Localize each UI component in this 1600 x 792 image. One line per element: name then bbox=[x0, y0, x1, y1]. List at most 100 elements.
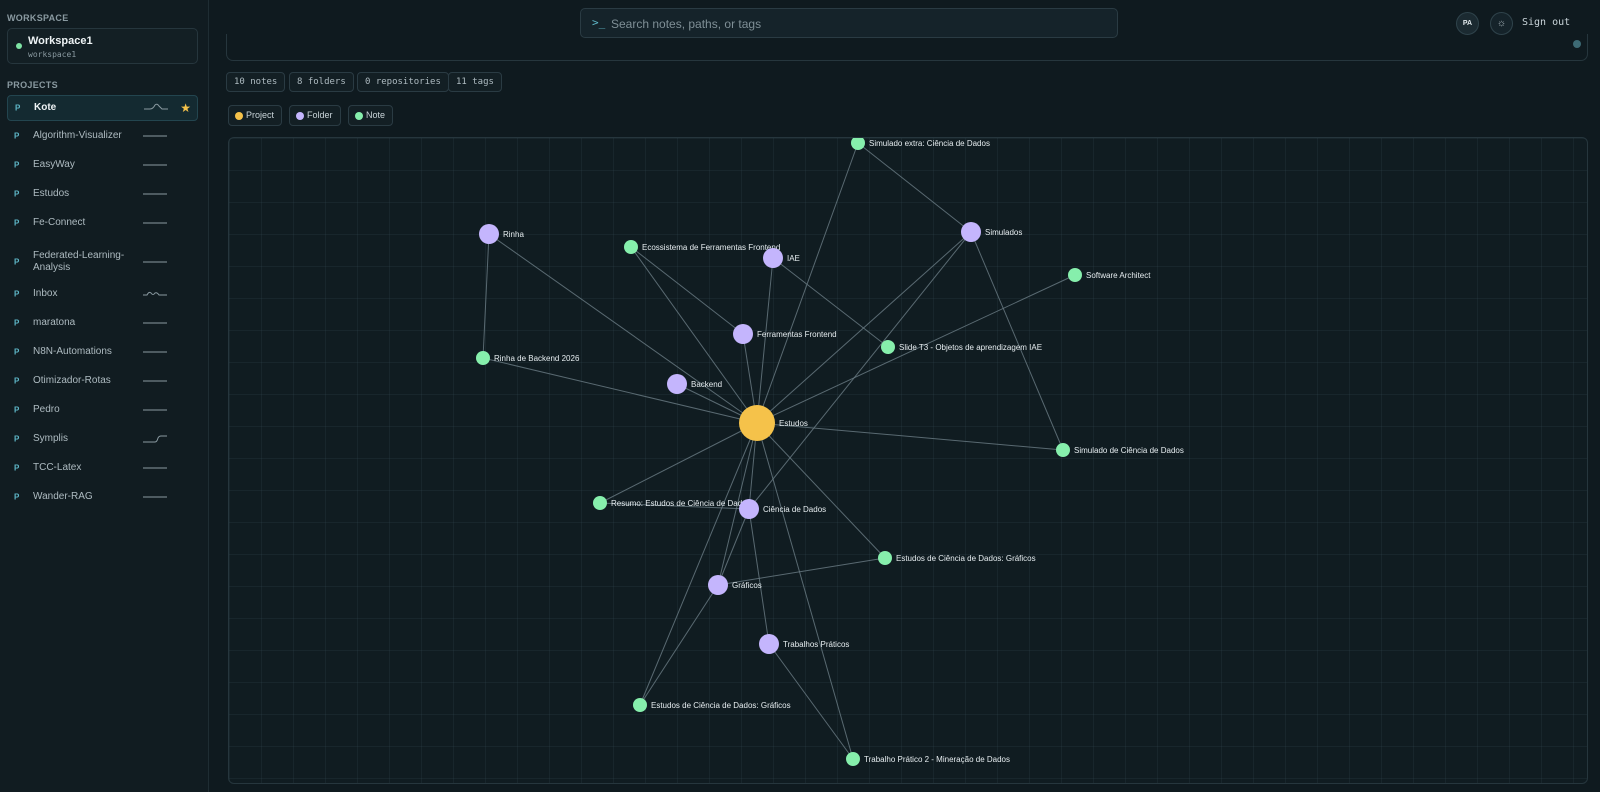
graph-node-note[interactable]: Simulado extra: Ciência de Dados bbox=[851, 138, 990, 150]
folder-node-circle[interactable] bbox=[667, 374, 687, 394]
activity-sparkline-icon bbox=[143, 496, 167, 498]
note-node-circle[interactable] bbox=[476, 351, 490, 365]
graph-node-label: Backend bbox=[691, 380, 722, 389]
graph-node-folder[interactable]: Rinha bbox=[479, 224, 524, 244]
project-prefix-icon: P bbox=[14, 492, 20, 502]
graph-edge bbox=[748, 231, 972, 510]
sidebar-item-maratona[interactable]: Pmaratona bbox=[7, 310, 198, 336]
graph-edge bbox=[756, 142, 859, 424]
graph-node-note[interactable]: Simulado de Ciência de Dados bbox=[1056, 443, 1184, 457]
legend-project[interactable]: Project bbox=[228, 105, 283, 126]
search-input[interactable] bbox=[611, 13, 1101, 35]
graph-node-note[interactable]: Rinha de Backend 2026 bbox=[476, 351, 580, 365]
workspace-switcher[interactable]: Workspace1 workspace1 bbox=[7, 28, 198, 64]
sidebar-item-n8n-automations[interactable]: P N8N-Automations bbox=[7, 339, 198, 365]
sidebar-item-label: Inbox bbox=[33, 288, 58, 299]
graph-node-folder[interactable]: Ferramentas Frontend bbox=[733, 324, 837, 344]
graph-node-label: Gráficos bbox=[732, 581, 762, 590]
graph-node-label: Software Architect bbox=[1086, 271, 1151, 280]
sidebar-item-fe-connect[interactable]: P Fe-Connect bbox=[7, 210, 198, 236]
project-prefix-icon: P bbox=[14, 257, 20, 267]
activity-sparkline-icon bbox=[143, 291, 167, 296]
note-node-circle[interactable] bbox=[1068, 268, 1082, 282]
graph-node-project[interactable]: Estudos bbox=[739, 405, 808, 441]
workspace-name: Workspace1 bbox=[28, 35, 93, 47]
panel-indicator-dot bbox=[1573, 40, 1581, 48]
folder-node-circle[interactable] bbox=[739, 499, 759, 519]
folder-node-circle[interactable] bbox=[708, 575, 728, 595]
graph-canvas[interactable]: Estudos Simulado extra: Ciência de Dados S… bbox=[229, 138, 1588, 784]
sidebar-item-label: Federated-Learning-Analysis bbox=[33, 250, 125, 273]
sidebar-item-label: Estudos bbox=[33, 188, 70, 199]
legend-folder[interactable]: Folder bbox=[289, 105, 341, 126]
note-node-circle[interactable] bbox=[846, 752, 860, 766]
sidebar-item-tcc-latex[interactable]: P TCC-Latex bbox=[7, 455, 198, 481]
sidebar-item-easyway[interactable]: P EasyWay bbox=[7, 152, 198, 178]
workspace-section-label: WORKSPACE bbox=[7, 13, 69, 23]
graph-node-folder[interactable]: Gráficos bbox=[708, 575, 762, 595]
graph-node-note[interactable]: Ecossistema de Ferramentas Frontend bbox=[624, 240, 780, 254]
note-node-circle[interactable] bbox=[633, 698, 647, 712]
sidebar-item-estudos[interactable]: P Estudos bbox=[7, 181, 198, 207]
graph-node-label: Trabalho Prático 2 - Mineração de Dados bbox=[864, 755, 1010, 764]
graph-node-folder[interactable]: Simulados bbox=[961, 222, 1022, 242]
graph-node-note[interactable]: Resumo: Estudos de Ciência de Dados bbox=[593, 496, 751, 510]
folder-node-circle[interactable] bbox=[733, 324, 753, 344]
folder-dot-icon bbox=[296, 112, 304, 120]
theme-toggle-button[interactable]: ☼ bbox=[1490, 12, 1513, 35]
star-icon[interactable]: ★ bbox=[180, 101, 191, 115]
sidebar-item-label: maratona bbox=[33, 317, 76, 328]
folder-node-circle[interactable] bbox=[479, 224, 499, 244]
graph-node-label: IAE bbox=[787, 254, 800, 263]
folder-node-circle[interactable] bbox=[763, 248, 783, 268]
graph-node-note[interactable]: Slide T3 - Objetos de aprendizagem IAE bbox=[881, 340, 1042, 354]
sidebar-item-otimizador-rotas[interactable]: P Otimizador-Rotas bbox=[7, 368, 198, 394]
note-node-circle[interactable] bbox=[1056, 443, 1070, 457]
sidebar-item-symplis[interactable]: P Symplis bbox=[7, 426, 198, 452]
sidebar-item-algorithm-visualizer[interactable]: P Algorithm-Visualizer bbox=[7, 123, 198, 149]
note-node-circle[interactable] bbox=[851, 138, 865, 150]
stat-tags: 11 tags bbox=[448, 72, 502, 92]
folder-node-circle[interactable] bbox=[759, 634, 779, 654]
note-node-circle[interactable] bbox=[878, 551, 892, 565]
project-prefix-icon: P bbox=[15, 103, 21, 113]
activity-sparkline-icon bbox=[143, 467, 167, 469]
activity-sparkline-icon bbox=[143, 261, 167, 263]
sidebar-item-federated-learning-analysis[interactable]: P Federated-Learning-Analysis bbox=[7, 246, 198, 278]
knowledge-graph[interactable]: Estudos Simulado extra: Ciência de Dados S… bbox=[228, 137, 1588, 784]
graph-node-folder[interactable]: Ciência de Dados bbox=[739, 499, 826, 519]
legend-note[interactable]: Note bbox=[348, 105, 394, 126]
sidebar-item-inbox[interactable]: P Inbox bbox=[7, 281, 198, 307]
graph-node-label: Ecossistema de Ferramentas Frontend bbox=[642, 243, 780, 252]
activity-sparkline-icon bbox=[143, 193, 167, 195]
project-node-circle[interactable] bbox=[739, 405, 775, 441]
graph-node-note[interactable]: Software Architect bbox=[1068, 268, 1151, 282]
graph-edge bbox=[639, 584, 719, 706]
sidebar-item-wander-rag[interactable]: P Wander-RAG bbox=[7, 484, 198, 510]
avatar[interactable]: PA bbox=[1456, 12, 1479, 35]
project-prefix-icon: P bbox=[14, 347, 20, 357]
note-node-circle[interactable] bbox=[593, 496, 607, 510]
graph-edge bbox=[482, 233, 490, 359]
note-node-circle[interactable] bbox=[624, 240, 638, 254]
graph-edge bbox=[630, 246, 744, 335]
project-prefix-icon: P bbox=[14, 189, 20, 199]
graph-node-note[interactable]: Estudos de Ciência de Dados: Gráficos bbox=[878, 551, 1036, 565]
graph-node-note[interactable]: Estudos de Ciência de Dados: Gráficos bbox=[633, 698, 791, 712]
graph-node-folder[interactable]: Backend bbox=[667, 374, 722, 394]
graph-node-note[interactable]: Trabalho Prático 2 - Mineração de Dados bbox=[846, 752, 1010, 766]
project-prefix-icon: P bbox=[14, 376, 20, 386]
note-node-circle[interactable] bbox=[881, 340, 895, 354]
sidebar-item-label: TCC-Latex bbox=[33, 462, 82, 473]
sign-out-button[interactable]: Sign out bbox=[1522, 17, 1570, 28]
sun-icon: ☼ bbox=[1496, 18, 1507, 29]
folder-node-circle[interactable] bbox=[961, 222, 981, 242]
sidebar-item-kote[interactable]: P Kote ★ bbox=[7, 95, 198, 121]
graph-node-label: Resumo: Estudos de Ciência de Dados bbox=[611, 499, 751, 508]
graph-node-folder[interactable]: Trabalhos Práticos bbox=[759, 634, 849, 654]
project-prefix-icon: P bbox=[14, 463, 20, 473]
sidebar: WORKSPACE Workspace1 workspace1 PROJECTS… bbox=[0, 0, 209, 792]
terminal-prompt-icon: >_ bbox=[592, 16, 606, 29]
graph-edge bbox=[970, 231, 1064, 451]
sidebar-item-pedro[interactable]: P Pedro bbox=[7, 397, 198, 423]
